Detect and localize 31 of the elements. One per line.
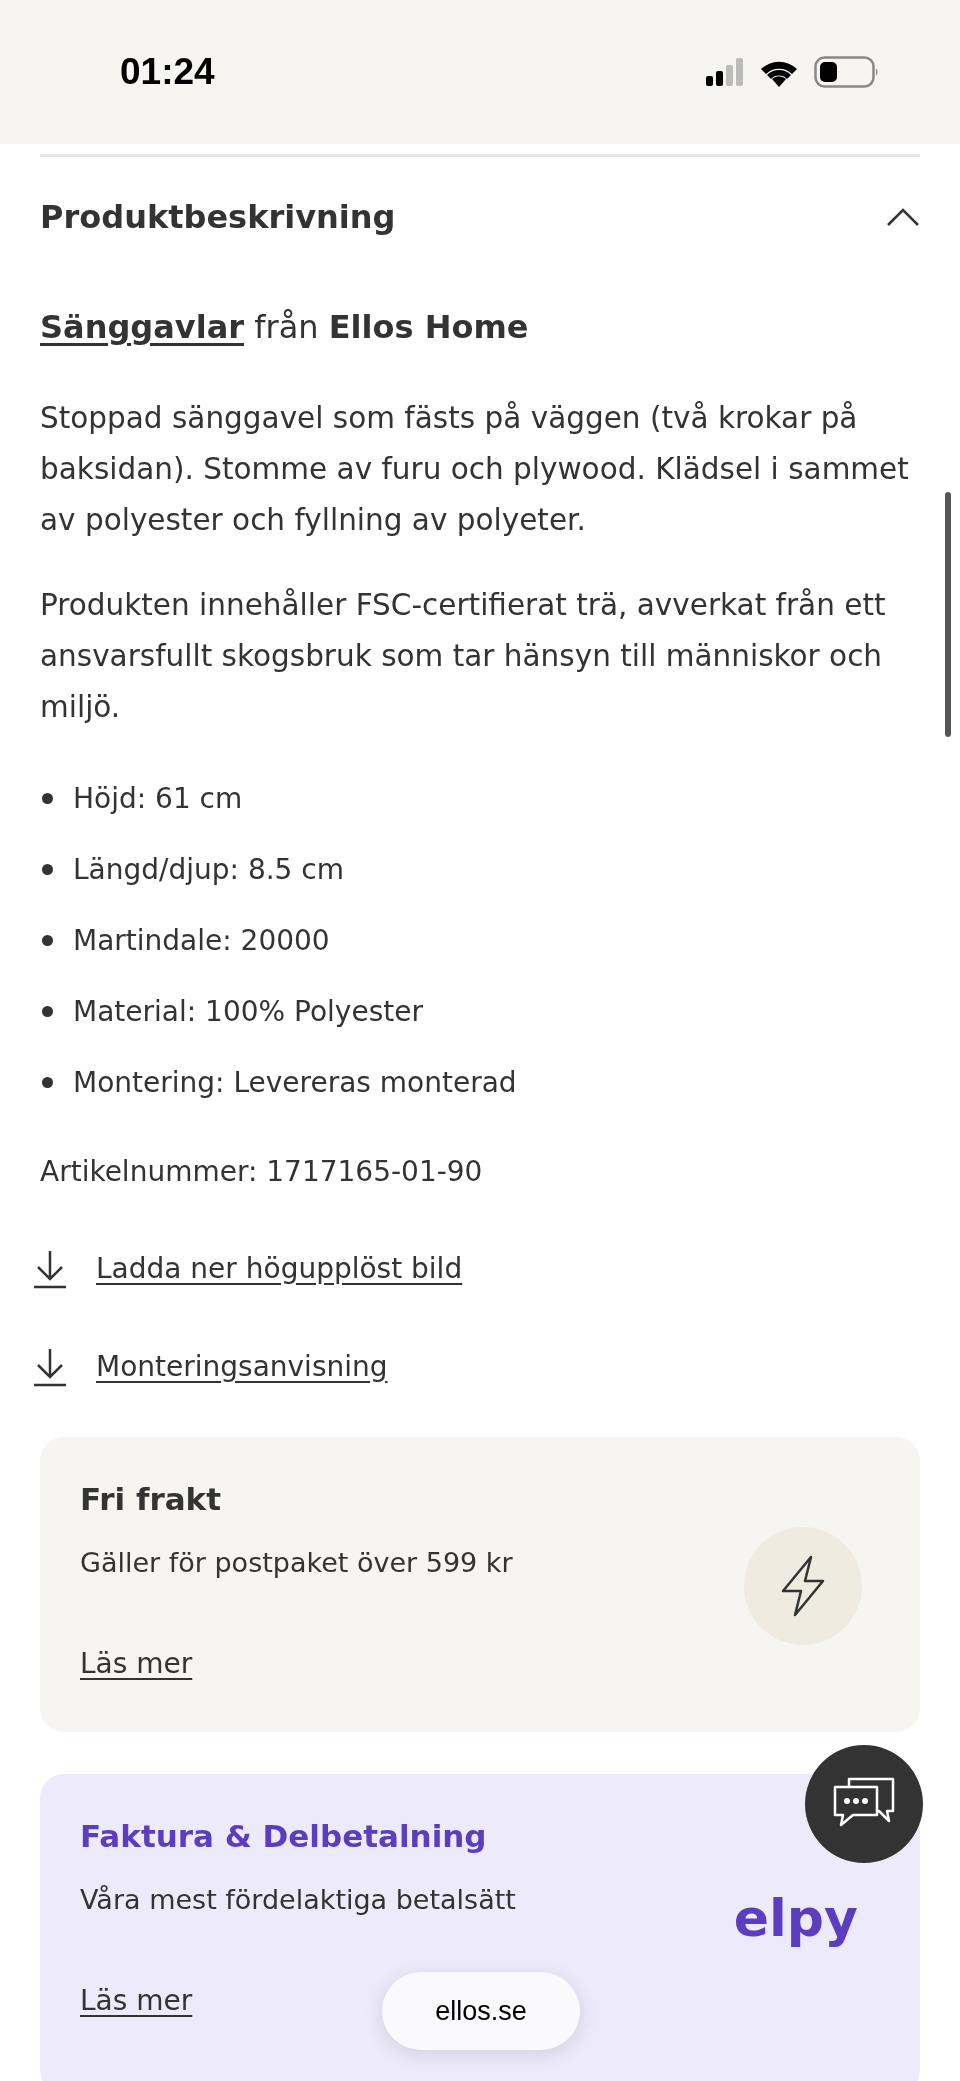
bullet-icon: [42, 1006, 53, 1017]
bullet-icon: [42, 864, 53, 875]
bullet-icon: [42, 1077, 53, 1088]
signal-icon: [706, 58, 744, 86]
download-link[interactable]: Ladda ner högupplöst bild: [96, 1247, 463, 1290]
card-text: Våra mest fördelaktiga betalsätt: [80, 1883, 517, 1917]
read-more-link[interactable]: Läs mer: [80, 1643, 193, 1685]
chevron-icon[interactable]: [886, 207, 920, 227]
spec-item: Montering: Levereras monterad: [73, 1064, 517, 1101]
url-pill[interactable]: ellos.se: [382, 1972, 580, 2050]
card-title: Fri frakt: [80, 1480, 222, 1519]
spec-item: Martindale: 20000: [73, 922, 330, 959]
description-paragraph: Stoppad sänggavel som fästs på väggen (två krokar på baksidan). Stomme av furu och plywood. Klädsel i sammet av polyester och fyllning av polyeter.: [40, 400, 910, 539]
description-paragraph: Produkten innehåller FSC-certifierat trä, avverkat från ett ansvarsfullt skogsbruk som tar hänsyn till människor och miljö.: [40, 587, 887, 726]
download-icon[interactable]: [32, 1248, 68, 1289]
section-title: Produktbeskrivning: [40, 197, 396, 238]
bullet-icon: [42, 935, 53, 946]
read-more-link[interactable]: Läs mer: [80, 1980, 193, 2022]
spec-item: Material: 100% Polyester: [73, 993, 423, 1030]
download-icon[interactable]: [32, 1346, 68, 1387]
category-link[interactable]: Sänggavlar: [40, 308, 245, 346]
download-link[interactable]: Monteringsanvisning: [96, 1345, 388, 1388]
card-text: Gäller för postpaket över 599 kr: [80, 1546, 514, 1580]
spec-item: Höjd: 61 cm: [73, 780, 243, 817]
bullet-icon: [42, 793, 53, 804]
status-time: 01:24: [120, 50, 215, 95]
article-number: Artikelnummer: 1717165-01-90: [40, 1154, 484, 1190]
product-origin: Sänggavlar från Ellos Home: [40, 307, 530, 348]
card-title: Faktura & Delbetalning: [80, 1817, 487, 1856]
spec-item: Längd/djup: 8.5 cm: [73, 851, 344, 888]
battery-icon: [814, 56, 880, 88]
